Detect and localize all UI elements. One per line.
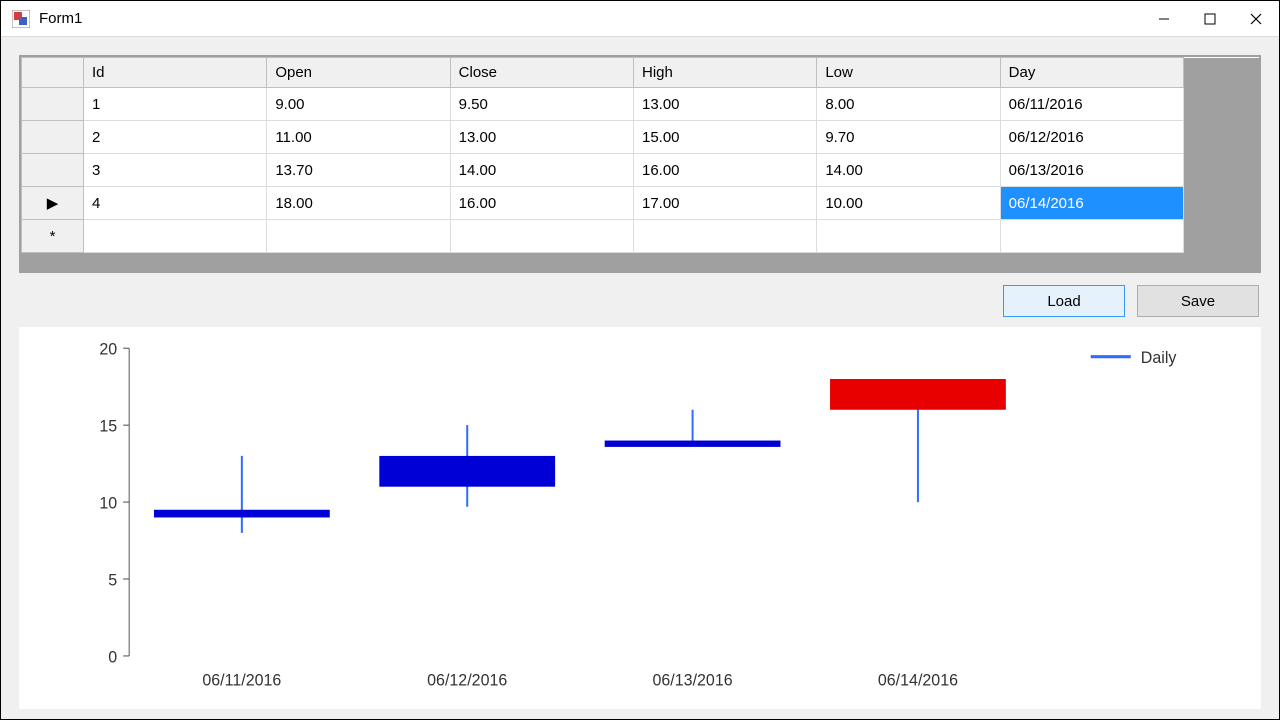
cell-id[interactable]: 4 [84, 187, 267, 220]
cell-low[interactable]: 9.70 [817, 121, 1000, 154]
cell-high[interactable]: 15.00 [633, 121, 816, 154]
datagrid-header-row: Id Open Close High Low Day [22, 58, 1259, 88]
candlestick-chart: 0 5 10 15 20 Daily 06/11/2016 06/12/2016 06/13/2… [19, 327, 1261, 709]
cell-open[interactable]: 18.00 [267, 187, 450, 220]
svg-text:06/11/2016: 06/11/2016 [202, 671, 281, 690]
cell-open[interactable]: 13.70 [267, 154, 450, 187]
cell-high[interactable]: 17.00 [633, 187, 816, 220]
table-row[interactable]: 2 11.00 13.00 15.00 9.70 06/12/2016 [22, 121, 1259, 154]
datagrid[interactable]: Id Open Close High Low Day 1 9.00 9.50 [19, 55, 1261, 273]
table-row[interactable]: 1 9.00 9.50 13.00 8.00 06/11/2016 [22, 88, 1259, 121]
cell-open[interactable]: 9.00 [267, 88, 450, 121]
minimize-button[interactable] [1141, 1, 1187, 36]
cell-close[interactable]: 16.00 [450, 187, 633, 220]
app-window: Form1 Id Open Close [0, 0, 1280, 720]
datagrid-bottom-gutter [21, 253, 1259, 271]
svg-text:10: 10 [99, 494, 117, 513]
current-row-indicator-icon[interactable]: ▶ [22, 187, 84, 220]
cell-low[interactable]: 14.00 [817, 154, 1000, 187]
vscroll-gutter [1184, 58, 1259, 88]
svg-text:5: 5 [108, 571, 117, 590]
svg-text:06/14/2016: 06/14/2016 [878, 671, 958, 690]
col-high[interactable]: High [633, 58, 816, 88]
svg-text:0: 0 [108, 648, 117, 667]
cell-close[interactable]: 13.00 [450, 121, 633, 154]
new-row-indicator-icon[interactable]: * [22, 220, 84, 253]
cell-close[interactable]: 14.00 [450, 154, 633, 187]
table-row-current[interactable]: ▶ 4 18.00 16.00 17.00 10.00 06/14/2016 [22, 187, 1259, 220]
col-open[interactable]: Open [267, 58, 450, 88]
client-area: Id Open Close High Low Day 1 9.00 9.50 [1, 37, 1279, 719]
save-button[interactable]: Save [1137, 285, 1259, 317]
cell-id[interactable]: 3 [84, 154, 267, 187]
titlebar: Form1 [1, 1, 1279, 37]
cell-high[interactable]: 16.00 [633, 154, 816, 187]
col-id[interactable]: Id [84, 58, 267, 88]
col-close[interactable]: Close [450, 58, 633, 88]
cell-day[interactable]: 06/11/2016 [1000, 88, 1183, 121]
cell-day[interactable]: 06/13/2016 [1000, 154, 1183, 187]
cell-day[interactable]: 06/12/2016 [1000, 121, 1183, 154]
cell-id[interactable]: 1 [84, 88, 267, 121]
row-header[interactable] [22, 154, 84, 187]
cell-low[interactable]: 8.00 [817, 88, 1000, 121]
button-bar: Load Save [19, 285, 1259, 317]
svg-text:06/13/2016: 06/13/2016 [652, 671, 732, 690]
table-row[interactable]: 3 13.70 14.00 16.00 14.00 06/13/2016 [22, 154, 1259, 187]
row-header[interactable] [22, 88, 84, 121]
svg-text:20: 20 [99, 340, 117, 359]
cell-close[interactable]: 9.50 [450, 88, 633, 121]
close-button[interactable] [1233, 1, 1279, 36]
svg-text:Daily: Daily [1141, 349, 1177, 368]
table-row-new[interactable]: * [22, 220, 1259, 253]
maximize-button[interactable] [1187, 1, 1233, 36]
cell-id[interactable]: 2 [84, 121, 267, 154]
cell-low[interactable]: 10.00 [817, 187, 1000, 220]
cell-open[interactable]: 11.00 [267, 121, 450, 154]
row-header[interactable] [22, 121, 84, 154]
load-button[interactable]: Load [1003, 285, 1125, 317]
col-low[interactable]: Low [817, 58, 1000, 88]
col-day[interactable]: Day [1000, 58, 1183, 88]
window-title: Form1 [39, 10, 82, 27]
cell-day-selected[interactable]: 06/14/2016 [1000, 187, 1183, 220]
app-icon [11, 9, 31, 29]
svg-text:06/12/2016: 06/12/2016 [427, 671, 507, 690]
svg-text:15: 15 [99, 417, 117, 436]
cell-high[interactable]: 13.00 [633, 88, 816, 121]
rowheader-corner[interactable] [22, 58, 84, 88]
